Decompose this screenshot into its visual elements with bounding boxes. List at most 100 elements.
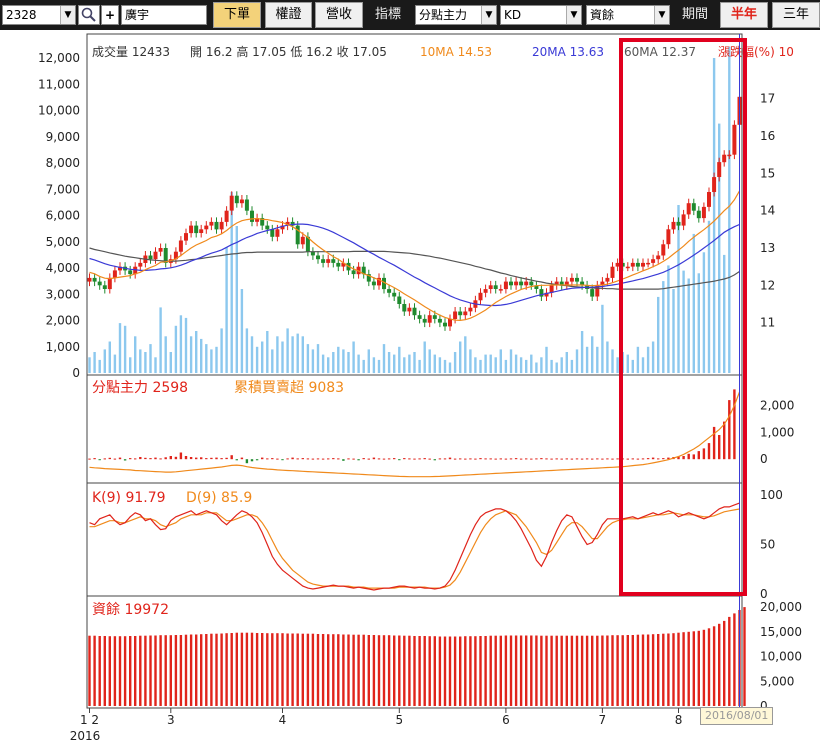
- chevron-down-icon[interactable]: ▼: [566, 6, 581, 24]
- candle-body: [371, 281, 376, 286]
- margin-bar: [184, 634, 188, 706]
- broker-bar: [195, 457, 198, 460]
- volume-tick-label: 8,000: [46, 156, 80, 170]
- volume-bar: [200, 338, 203, 373]
- volume-bar: [291, 336, 294, 374]
- candle-body: [270, 229, 275, 237]
- broker-bar: [164, 457, 167, 460]
- volume-bar: [301, 336, 304, 374]
- margin-bar: [98, 636, 101, 706]
- kd-tick-label: 100: [760, 488, 783, 502]
- broker-bar: [88, 458, 91, 460]
- broker-bar: [657, 458, 660, 460]
- indicator-1-value: 分點主力: [419, 8, 468, 22]
- volume-bar: [311, 349, 315, 373]
- volume-bar: [261, 341, 264, 373]
- broker-bar: [453, 458, 457, 460]
- candle-body: [209, 221, 214, 226]
- volume-bar: [641, 357, 645, 374]
- broker-bar: [129, 458, 132, 460]
- revenue-button[interactable]: 營收: [315, 2, 363, 28]
- volume-tick-label: 4,000: [46, 261, 80, 275]
- broker-bar: [291, 457, 294, 460]
- indicator-3-select[interactable]: 資餘 ▼: [586, 5, 670, 25]
- broker-bar: [448, 457, 452, 460]
- broker-bar: [225, 457, 228, 460]
- candle-body: [178, 240, 183, 252]
- broker-bar: [514, 458, 518, 460]
- broker-legend: 分點主力 2598: [92, 380, 188, 396]
- margin-bar: [393, 635, 396, 706]
- broker-bar: [540, 458, 543, 460]
- margin-bar: [448, 636, 452, 706]
- volume-bar: [530, 354, 533, 373]
- candle-body: [138, 262, 143, 267]
- broker-bar: [321, 458, 325, 460]
- volume-bar: [139, 349, 142, 373]
- margin-bar: [321, 634, 325, 706]
- magnifier-icon[interactable]: [78, 5, 100, 25]
- margin-bar: [591, 635, 594, 706]
- candle-body: [468, 307, 473, 312]
- broker-bar: [255, 459, 259, 461]
- volume-bar: [459, 341, 462, 373]
- margin-bar: [418, 636, 421, 706]
- broker-bar: [585, 458, 589, 460]
- x-tick-label: 3: [167, 713, 175, 727]
- chevron-down-icon[interactable]: ▼: [654, 6, 669, 24]
- volume-bar: [169, 352, 172, 373]
- price-tick-label: 13: [760, 241, 775, 255]
- margin-bar: [565, 635, 568, 706]
- volume-bar: [667, 265, 670, 373]
- candle-body: [397, 296, 402, 304]
- broker-bar: [393, 458, 396, 460]
- candle-body: [732, 124, 737, 155]
- volume-bar: [499, 349, 502, 373]
- volume-bar: [565, 352, 568, 373]
- chevron-down-icon[interactable]: ▼: [60, 6, 75, 24]
- price-tick-label: 14: [760, 204, 775, 218]
- broker-bar: [443, 458, 447, 460]
- period-half-year-button[interactable]: 半年: [720, 2, 768, 28]
- warrant-button[interactable]: 權證: [265, 2, 312, 28]
- margin-bar: [585, 635, 589, 706]
- broker-bar: [580, 458, 584, 460]
- volume-bar: [616, 357, 619, 374]
- volume-bar: [352, 341, 355, 373]
- margin-bar: [641, 634, 645, 706]
- chevron-down-icon[interactable]: ▼: [481, 6, 496, 24]
- broker-bar: [519, 458, 523, 460]
- order-button[interactable]: 下單: [213, 2, 261, 28]
- volume-bar: [245, 328, 249, 373]
- margin-bar: [712, 626, 716, 706]
- stock-code-select[interactable]: 2328 ▼: [2, 5, 76, 25]
- volume-bar: [591, 336, 594, 374]
- margin-bar: [250, 632, 254, 706]
- candle-body: [158, 248, 163, 252]
- candle-body: [569, 277, 574, 282]
- plus-icon[interactable]: +: [101, 5, 119, 25]
- candle-body: [102, 285, 107, 289]
- candle-body: [453, 311, 458, 319]
- candle-body: [234, 195, 239, 204]
- broker-bar: [474, 458, 477, 460]
- candle-body: [407, 307, 412, 312]
- broker-bar: [702, 448, 706, 460]
- price-tick-label: 15: [760, 166, 775, 180]
- broker-bar: [108, 457, 111, 460]
- volume-bar: [276, 336, 279, 374]
- volume-bar: [240, 289, 244, 373]
- volume-bar: [464, 336, 467, 374]
- margin-bar: [687, 631, 690, 707]
- price-tick-label: 16: [760, 129, 775, 143]
- indicator-1-select[interactable]: 分點主力 ▼: [415, 5, 497, 25]
- volume-bar: [184, 317, 188, 373]
- volume-bar: [514, 354, 518, 373]
- volume-bar: [728, 46, 731, 373]
- indicator-2-select[interactable]: KD ▼: [500, 5, 582, 25]
- margin-bar: [459, 636, 462, 706]
- broker-bar: [337, 458, 340, 460]
- candle-body: [194, 225, 199, 234]
- period-three-year-button[interactable]: 三年: [772, 2, 820, 28]
- broker-bar: [712, 426, 716, 460]
